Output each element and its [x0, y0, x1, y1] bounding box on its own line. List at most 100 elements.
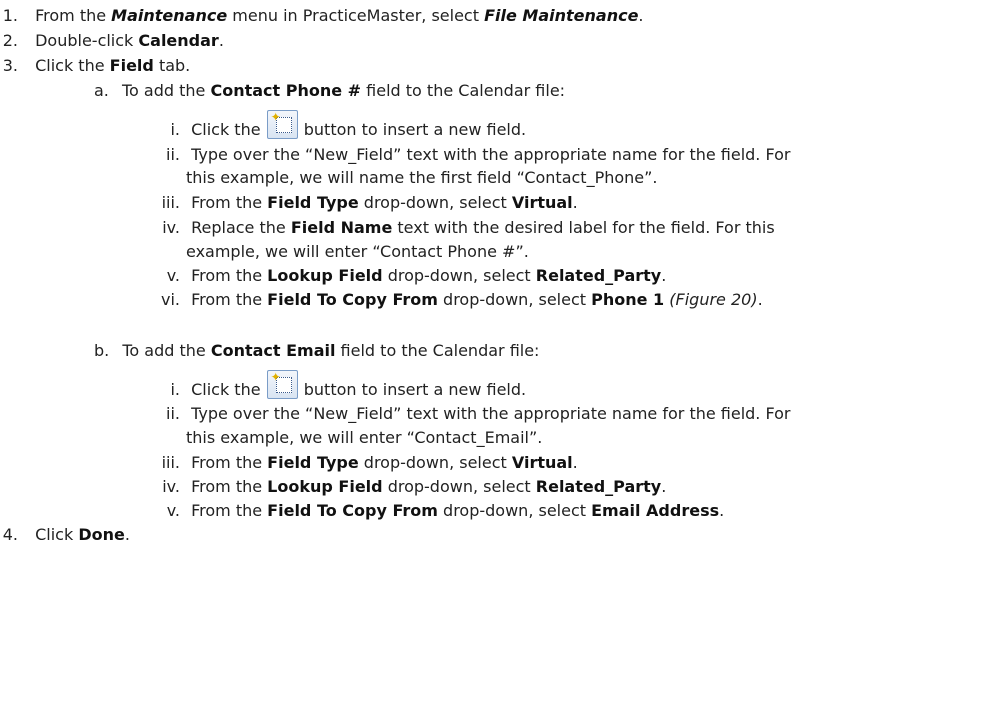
- step-text: From the: [191, 290, 268, 309]
- step-text: From the: [191, 193, 268, 212]
- related-party-ref: Related_Party: [535, 266, 662, 285]
- phone-1-ref: Phone 1: [591, 290, 665, 309]
- maintenance-menu-ref: Maintenance: [111, 6, 228, 25]
- step-text: button to insert a new field.: [298, 380, 527, 399]
- substep-a-iv-cont: example, we will enter “Contact Phone #”…: [186, 242, 529, 262]
- virtual-ref: Virtual: [511, 453, 573, 472]
- field-to-copy-from-ref: Field To Copy From: [267, 290, 438, 309]
- step-text: .: [572, 453, 578, 472]
- step-text: text with the desired label for the fiel…: [392, 218, 775, 237]
- substep-roman: ii.: [166, 404, 180, 423]
- step-4: 4. Click Done.: [0, 525, 130, 545]
- new-field-icon: ✦: [266, 110, 298, 139]
- substep-a: a. To add the Contact Phone # field to t…: [94, 81, 565, 101]
- step-text: Double-click: [35, 31, 139, 50]
- step-text: example, we will enter “Contact Phone #”…: [186, 242, 529, 261]
- step-text: .: [719, 501, 725, 520]
- step-text: .: [218, 31, 224, 50]
- step-text: From the: [35, 6, 112, 25]
- step-text: From the: [191, 453, 268, 472]
- step-2: 2. Double-click Calendar.: [0, 31, 224, 51]
- substep-roman: i.: [170, 120, 180, 139]
- lookup-field-ref: Lookup Field: [267, 477, 383, 496]
- step-text: From the: [191, 266, 268, 285]
- virtual-ref: Virtual: [511, 193, 573, 212]
- substep-roman: vi.: [161, 290, 180, 309]
- step-text: .: [661, 477, 667, 496]
- substep-roman: iv.: [162, 477, 180, 496]
- step-text: Click the: [191, 120, 266, 139]
- substep-roman: iii.: [161, 453, 180, 472]
- step-text: tab.: [153, 56, 191, 75]
- step-3: 3. Click the Field tab.: [0, 56, 191, 76]
- step-text: drop-down, select: [358, 193, 512, 212]
- step-text: .: [572, 193, 578, 212]
- step-text: menu in PracticeMaster, select: [227, 6, 485, 25]
- email-address-ref: Email Address: [591, 501, 720, 520]
- step-text: .: [661, 266, 667, 285]
- step-text: this example, we will enter “Contact_Ema…: [186, 428, 543, 447]
- step-text: Click: [35, 525, 79, 544]
- substep-a-vi: vi. From the Field To Copy From drop-dow…: [144, 290, 763, 310]
- field-to-copy-from-ref: Field To Copy From: [267, 501, 438, 520]
- step-text: From the: [191, 501, 268, 520]
- field-name-ref: Field Name: [290, 218, 393, 237]
- step-text: Replace the: [191, 218, 291, 237]
- step-text: drop-down, select: [437, 290, 592, 309]
- substep-a-ii: ii. Type over the “New_Field” text with …: [144, 145, 790, 165]
- step-text: field to the Calendar file:: [335, 341, 540, 360]
- step-text: Type over the “New_Field” text with the …: [191, 145, 791, 164]
- done-ref: Done: [78, 525, 125, 544]
- step-text: .: [124, 525, 130, 544]
- field-tab-ref: Field: [109, 56, 154, 75]
- substep-a-ii-cont: this example, we will name the first fie…: [186, 168, 658, 188]
- step-text: Click the: [191, 380, 266, 399]
- field-type-ref: Field Type: [267, 193, 359, 212]
- substep-a-v: v. From the Lookup Field drop-down, sele…: [144, 266, 667, 286]
- substep-roman: iv.: [162, 218, 180, 237]
- step-number: 2.: [2, 31, 18, 50]
- step-text: To add the: [121, 81, 211, 100]
- step-text: drop-down, select: [382, 477, 536, 496]
- new-field-icon: ✦: [266, 370, 298, 399]
- substep-roman: ii.: [166, 145, 180, 164]
- step-text: To add the: [122, 341, 211, 360]
- file-maintenance-ref: File Maintenance: [484, 6, 639, 25]
- step-text: drop-down, select: [358, 453, 512, 472]
- substep-b-ii-cont: this example, we will enter “Contact_Ema…: [186, 428, 542, 448]
- step-text: .: [638, 6, 644, 25]
- step-text: Click the: [35, 56, 110, 75]
- related-party-ref: Related_Party: [535, 477, 662, 496]
- substep-letter: b.: [94, 341, 110, 360]
- calendar-ref: Calendar: [138, 31, 219, 50]
- substep-roman: i.: [170, 380, 180, 399]
- contact-email-ref: Contact Email: [210, 341, 336, 360]
- substep-roman: iii.: [161, 193, 180, 212]
- step-text: this example, we will name the first fie…: [186, 168, 658, 187]
- step-number: 1.: [2, 6, 18, 25]
- substep-a-i: i. Click the ✦ button to insert a new fi…: [144, 110, 526, 140]
- step-text: button to insert a new field.: [298, 120, 527, 139]
- substep-a-iv: iv. Replace the Field Name text with the…: [144, 218, 775, 238]
- field-type-ref: Field Type: [267, 453, 359, 472]
- substep-b-iii: iii. From the Field Type drop-down, sele…: [144, 453, 578, 473]
- substep-a-iii: iii. From the Field Type drop-down, sele…: [144, 193, 578, 213]
- lookup-field-ref: Lookup Field: [267, 266, 383, 285]
- substep-roman: v.: [166, 501, 180, 520]
- step-text: field to the Calendar file:: [361, 81, 566, 100]
- step-text: .: [757, 290, 763, 309]
- substep-b-i: i. Click the ✦ button to insert a new fi…: [144, 370, 526, 400]
- substep-roman: v.: [166, 266, 180, 285]
- step-number: 3.: [2, 56, 18, 75]
- contact-phone-ref: Contact Phone #: [210, 81, 362, 100]
- step-text: drop-down, select: [382, 266, 536, 285]
- figure-ref: (Figure 20): [669, 290, 758, 309]
- step-text: Type over the “New_Field” text with the …: [191, 404, 791, 423]
- substep-b-iv: iv. From the Lookup Field drop-down, sel…: [144, 477, 666, 497]
- step-text: drop-down, select: [437, 501, 592, 520]
- substep-letter: a.: [94, 81, 109, 100]
- step-text: From the: [191, 477, 268, 496]
- step-number: 4.: [2, 525, 18, 544]
- substep-b: b. To add the Contact Email field to the…: [94, 341, 539, 361]
- substep-b-v: v. From the Field To Copy From drop-down…: [144, 501, 725, 521]
